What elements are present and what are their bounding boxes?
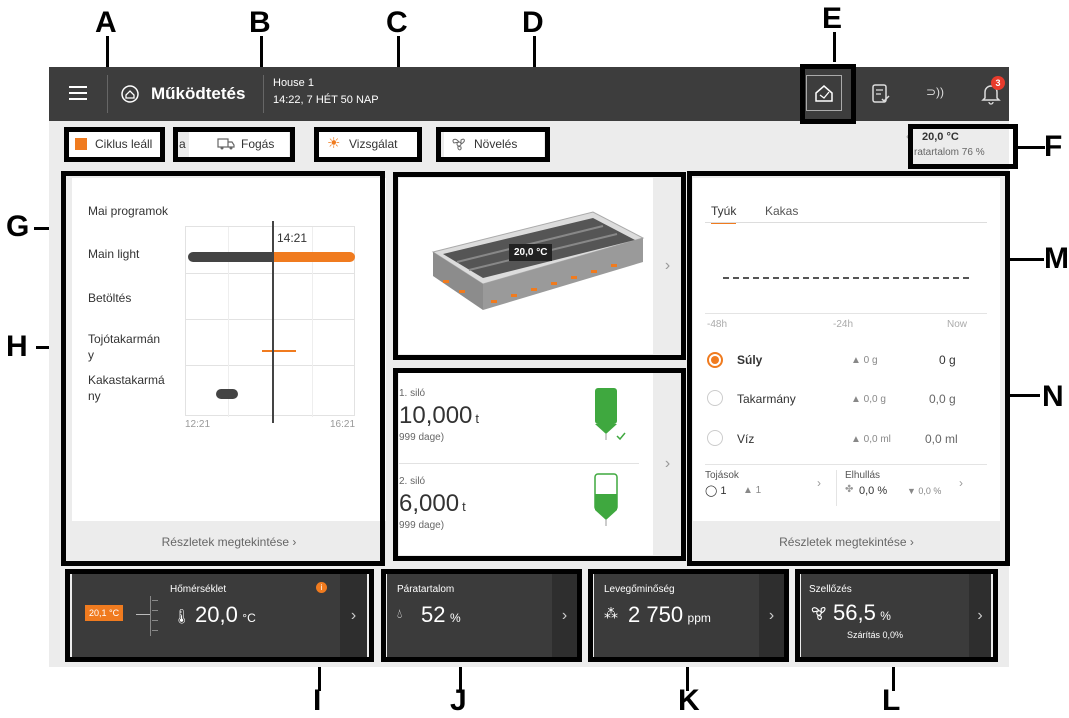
callout-e: E: [822, 2, 843, 35]
pointer-m: [1010, 258, 1044, 261]
callout-c: C: [386, 6, 408, 39]
hamburger-icon[interactable]: [69, 86, 87, 100]
home-icon: [121, 85, 139, 103]
highlight-l: [795, 569, 998, 662]
highlight-n: [393, 368, 686, 561]
highlight-a: [64, 127, 165, 162]
callout-a: A: [95, 6, 117, 39]
highlight-f: [908, 124, 1018, 169]
highlight-m: [687, 171, 1010, 566]
highlight-e: [800, 64, 856, 124]
callout-h: H: [6, 330, 28, 363]
highlight-h: [393, 172, 686, 360]
highlight-b: [173, 127, 295, 162]
checklist-icon[interactable]: [871, 83, 891, 105]
callout-m: M: [1044, 242, 1069, 275]
page-title: Működtetés: [151, 84, 246, 103]
callout-g: G: [6, 210, 30, 243]
highlight-j: [381, 569, 582, 662]
highlight-d: [436, 127, 550, 162]
house-name: House 1: [273, 77, 314, 89]
top-bar: Működtetés House 1 14:22, 7 HÉT 50 NAP ⊃…: [49, 67, 1009, 121]
callout-f: F: [1044, 130, 1063, 163]
notification-badge: 3: [991, 76, 1005, 90]
callout-b: B: [249, 6, 271, 39]
highlight-g: [61, 171, 385, 566]
pointer-f: [1017, 146, 1045, 149]
highlight-c: [314, 127, 422, 162]
highlight-i: [65, 569, 374, 662]
callout-d: D: [522, 6, 544, 39]
callout-n: N: [1042, 380, 1064, 413]
highlight-k: [588, 569, 789, 662]
signal-icon[interactable]: ⊃)): [926, 85, 944, 99]
pointer-e: [833, 32, 836, 62]
house-time: 14:22, 7 HÉT 50 NAP: [273, 94, 379, 106]
